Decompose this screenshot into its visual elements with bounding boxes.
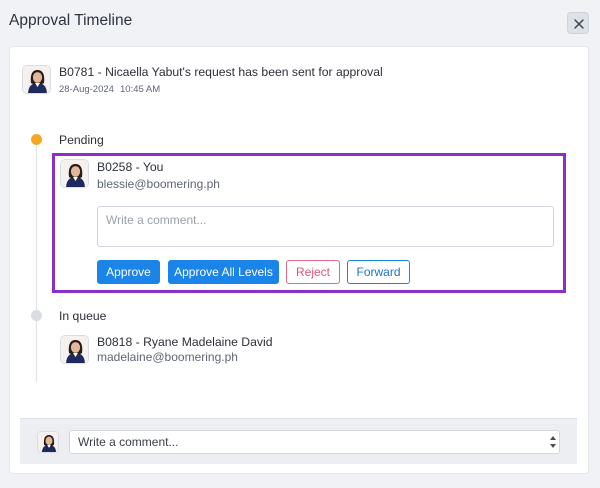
queue-status-dot	[31, 310, 42, 321]
queued-approver-avatar	[60, 335, 89, 364]
approve-button[interactable]: Approve	[97, 260, 160, 284]
footer-comment-input[interactable]	[69, 430, 560, 454]
current-approver-avatar	[60, 159, 89, 188]
timeline-line	[36, 136, 37, 382]
footer-user-avatar	[37, 431, 59, 453]
resize-spinner-icon[interactable]	[549, 434, 557, 450]
in-queue-label: In queue	[59, 309, 107, 323]
reject-button[interactable]: Reject	[286, 260, 340, 284]
close-icon	[574, 19, 584, 29]
approval-comment-input[interactable]	[97, 206, 554, 247]
requester-avatar	[22, 65, 51, 94]
modal-title: Approval Timeline	[9, 12, 133, 29]
request-message: B0781 - Nicaella Yabut's request has bee…	[59, 65, 383, 79]
pending-status-dot	[31, 134, 42, 145]
request-time: 10:45 AM	[120, 84, 161, 95]
approval-timeline-modal: Approval Timeline B0781 - Nicaella Yabut…	[0, 0, 600, 488]
modal-header: Approval Timeline	[0, 0, 600, 46]
comment-footer	[20, 418, 577, 464]
current-approver-email: blessie@boomering.ph	[97, 177, 220, 191]
current-approver-card: B0258 - You blessie@boomering.ph Approve…	[52, 153, 566, 293]
queued-approver-name: B0818 - Ryane Madelaine David	[97, 335, 273, 349]
approve-all-levels-button[interactable]: Approve All Levels	[168, 260, 279, 284]
request-date: 28-Aug-2024	[59, 84, 114, 95]
queued-approver-email: madelaine@boomering.ph	[97, 350, 238, 364]
pending-label: Pending	[59, 133, 104, 147]
close-button[interactable]	[567, 12, 589, 34]
forward-button[interactable]: Forward	[347, 260, 410, 284]
current-approver-name: B0258 - You	[97, 160, 164, 174]
